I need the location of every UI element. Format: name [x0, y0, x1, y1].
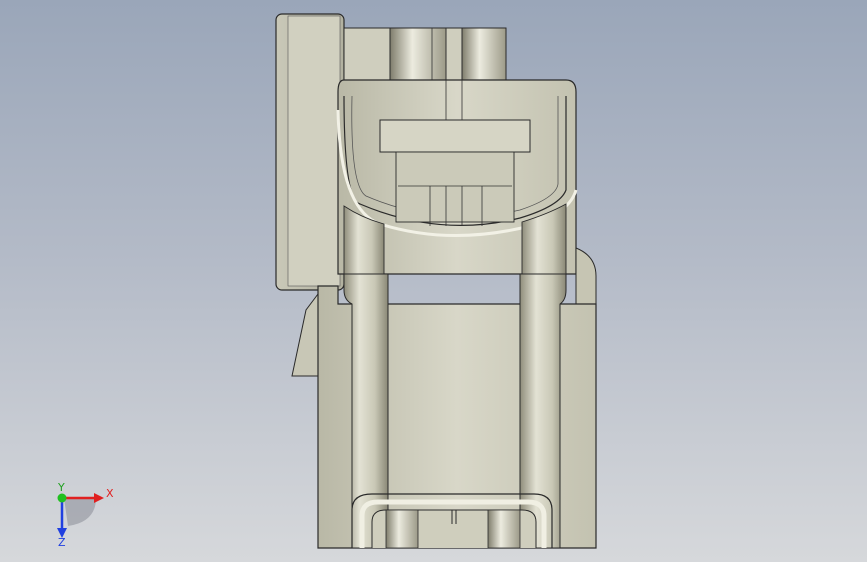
x-axis-label: X	[106, 487, 114, 500]
left-flange	[275, 13, 345, 291]
y-axis-dot	[57, 493, 67, 503]
left-tab	[291, 292, 319, 377]
bottom-channel	[351, 493, 553, 549]
connector-model[interactable]	[0, 0, 867, 562]
y-axis-label: Y	[57, 481, 65, 494]
lower-housing	[317, 273, 597, 549]
top-boss	[343, 27, 507, 81]
reference-triad: X Y Z	[57, 481, 114, 548]
graphics-viewport[interactable]: X Y Z	[0, 0, 867, 562]
z-axis-label: Z	[58, 536, 66, 548]
x-axis-arrow	[94, 493, 104, 503]
upper-housing	[336, 79, 578, 275]
right-step	[575, 247, 597, 305]
